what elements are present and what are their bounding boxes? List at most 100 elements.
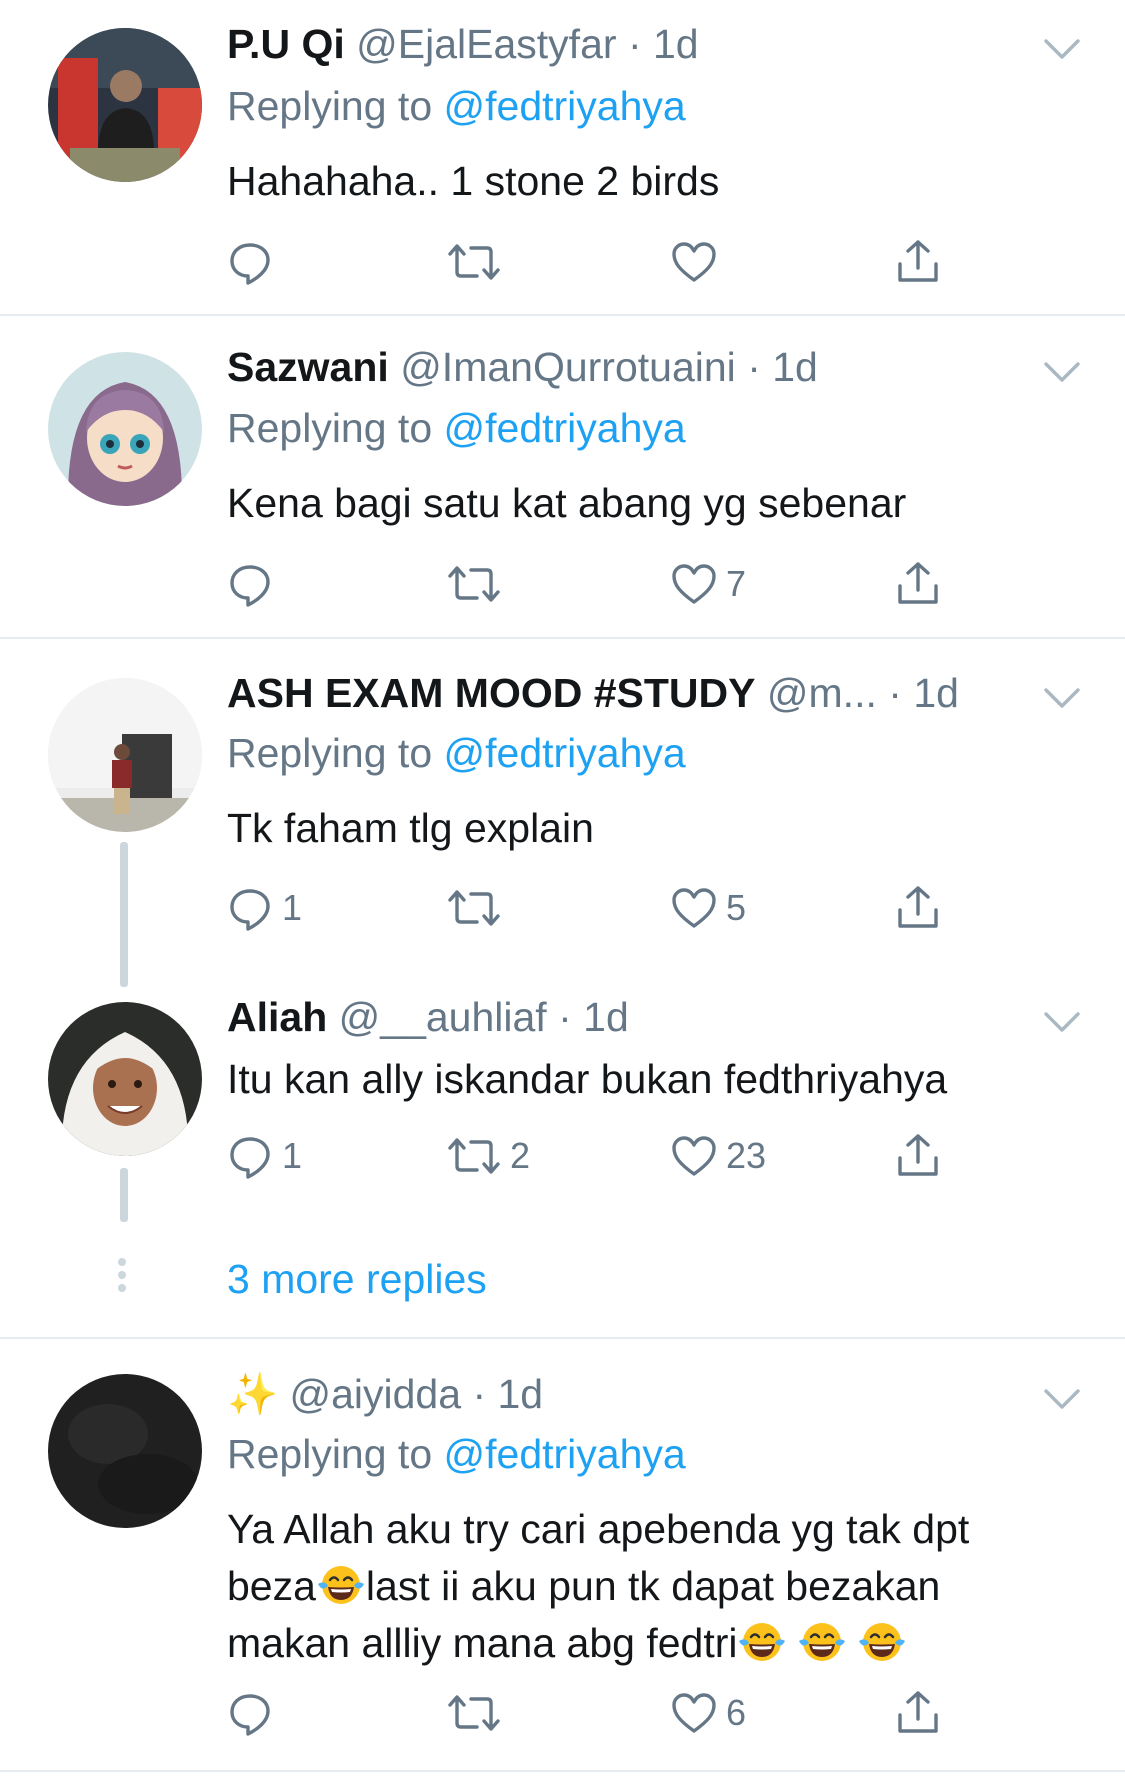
tweet-header: ASH EXAM MOOD #STUDY @m... · 1d [227,667,959,719]
tweet-text: Hahahaha.. 1 stone 2 birds [227,158,720,204]
replying-to-label: Replying to [227,83,444,129]
tweet-header: Aliah @__auhliaf · 1d [227,991,629,1043]
dot-separator: · [888,670,902,716]
share-button[interactable] [894,556,942,612]
retweet-button[interactable] [446,556,510,612]
face-with-tears-of-joy-emoji [737,1619,787,1665]
replying-to: Replying to @fedtriyahya [227,1428,686,1480]
dot-separator: · [558,994,572,1040]
tweet-text: Tk faham tlg explain [227,805,594,851]
retweet-icon [446,564,502,604]
tweet-header: P.U Qi @EjalEastyfar · 1d [227,18,699,70]
dot-separator: · [627,21,642,67]
heart-icon [670,240,718,284]
avatar[interactable] [48,352,202,506]
face-with-tears-of-joy-emoji [857,1619,907,1665]
replying-to-label: Replying to [227,405,444,451]
avatar[interactable] [48,1374,202,1528]
avatar[interactable] [48,1002,202,1156]
tweet-header: ✨ @aiyidda · 1d [227,1368,543,1420]
tweet-text-segment: makan allliy mana abg fedtri [227,1620,738,1666]
share-button[interactable] [894,1128,942,1184]
replying-to-label: Replying to [227,730,444,776]
display-name[interactable]: ASH EXAM MOOD #STUDY [227,670,756,716]
user-handle[interactable]: @aiyidda [289,1371,461,1417]
like-button[interactable]: 5 [670,880,746,936]
chevron-down-icon[interactable] [1042,684,1082,712]
share-icon [894,884,942,932]
retweet-button[interactable] [446,880,510,936]
reply-icon [226,1132,274,1180]
avatar[interactable] [48,28,202,182]
timestamp[interactable]: 1d [498,1371,544,1417]
replying-to-label: Replying to [227,1431,444,1477]
retweet-button[interactable] [446,1685,510,1741]
reply-button[interactable] [226,556,282,612]
more-replies-dots [118,1258,128,1297]
divider [0,314,1125,316]
avatar[interactable] [48,678,202,832]
user-handle[interactable]: @EjalEastyfar [356,21,616,67]
face-with-tears-of-joy-emoji [797,1619,847,1665]
like-button[interactable]: 23 [670,1128,766,1184]
timestamp[interactable]: 1d [653,21,699,67]
like-button[interactable] [670,234,726,290]
share-icon [894,560,942,608]
retweet-icon [446,888,502,928]
reply-button[interactable] [226,234,282,290]
reply-icon [226,884,274,932]
mention-link[interactable]: @fedtriyahya [444,730,686,776]
tweet-text-line: Ya Allah aku try cari apebenda yg tak dp… [227,1506,970,1552]
display-name[interactable]: Sazwani [227,344,389,390]
like-count: 5 [726,887,747,928]
mention-link[interactable]: @fedtriyahya [444,1431,686,1477]
dot-separator: · [472,1371,487,1417]
timestamp[interactable]: 1d [583,994,629,1040]
share-button[interactable] [894,880,942,936]
face-with-tears-of-joy-emoji [316,1562,366,1608]
tweet-text: Ya Allah aku try cari apebenda yg tak dp… [227,1501,969,1672]
chevron-down-icon[interactable] [1042,35,1082,63]
like-button[interactable]: 6 [670,1685,746,1741]
retweet-button[interactable] [446,234,510,290]
reply-button[interactable]: 1 [226,1128,302,1184]
timestamp[interactable]: 1d [772,344,818,390]
heart-icon [670,886,718,930]
replying-to: Replying to @fedtriyahya [227,80,686,132]
reply-icon [226,560,274,608]
display-name[interactable]: P.U Qi [227,21,345,67]
chevron-down-icon[interactable] [1042,1008,1082,1036]
tweet-text-line: makan allliy mana abg fedtri [227,1615,969,1672]
tweet-header: Sazwani @ImanQurrotuaini · 1d [227,341,818,393]
mention-link[interactable]: @fedtriyahya [444,83,686,129]
user-handle[interactable]: @ImanQurrotuaini [400,344,736,390]
chevron-down-icon[interactable] [1042,1385,1082,1413]
share-button[interactable] [894,234,942,290]
display-name[interactable]: ✨ [227,1371,278,1417]
user-handle[interactable]: @m... [767,670,877,716]
share-icon [894,1132,942,1180]
divider [0,1337,1125,1339]
tweet-text: Itu kan ally iskandar bukan fedthriyahya [227,1056,948,1102]
display-name[interactable]: Aliah [227,994,327,1040]
reply-button[interactable] [226,1685,282,1741]
share-icon [894,1689,942,1737]
chevron-down-icon[interactable] [1042,358,1082,386]
like-count: 23 [726,1135,767,1176]
replying-to: Replying to @fedtriyahya [227,402,686,454]
mention-link[interactable]: @fedtriyahya [444,405,686,451]
more-replies-link[interactable]: 3 more replies [227,1253,487,1305]
share-button[interactable] [894,1685,942,1741]
like-button[interactable]: 7 [670,556,746,612]
tweet-text-line: beza last ii aku pun tk dapat bezakan [227,1558,969,1615]
user-handle[interactable]: @__auhliaf [339,994,547,1040]
dot-separator: · [747,344,761,390]
retweet-button[interactable]: 2 [446,1128,530,1184]
reply-count: 1 [282,1135,303,1176]
replying-to: Replying to @fedtriyahya [227,727,686,779]
tweet-text: Kena bagi satu kat abang yg sebenar [227,480,907,526]
divider [0,637,1125,639]
reply-button[interactable]: 1 [226,880,302,936]
timestamp[interactable]: 1d [913,670,959,716]
divider [0,1770,1125,1772]
